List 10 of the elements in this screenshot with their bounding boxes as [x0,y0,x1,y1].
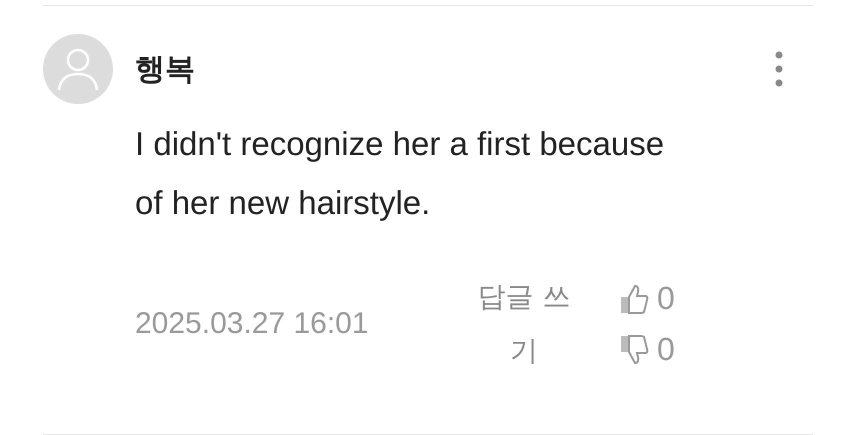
thumbs-up-icon[interactable] [619,282,649,314]
thumbs-down-icon[interactable] [619,334,649,366]
comment-text: I didn't recognize her a first because of her new hairstyle. [135,124,666,223]
comment-date: 2025.03.27 16:01 [135,307,370,341]
reply-link[interactable]: 답글 쓰기 [465,270,583,378]
like-count: 0 [657,280,675,317]
more-icon[interactable] [775,51,783,87]
author-name: 행복 [135,50,195,88]
dislike-count: 0 [657,331,675,368]
avatar-icon [43,34,113,104]
